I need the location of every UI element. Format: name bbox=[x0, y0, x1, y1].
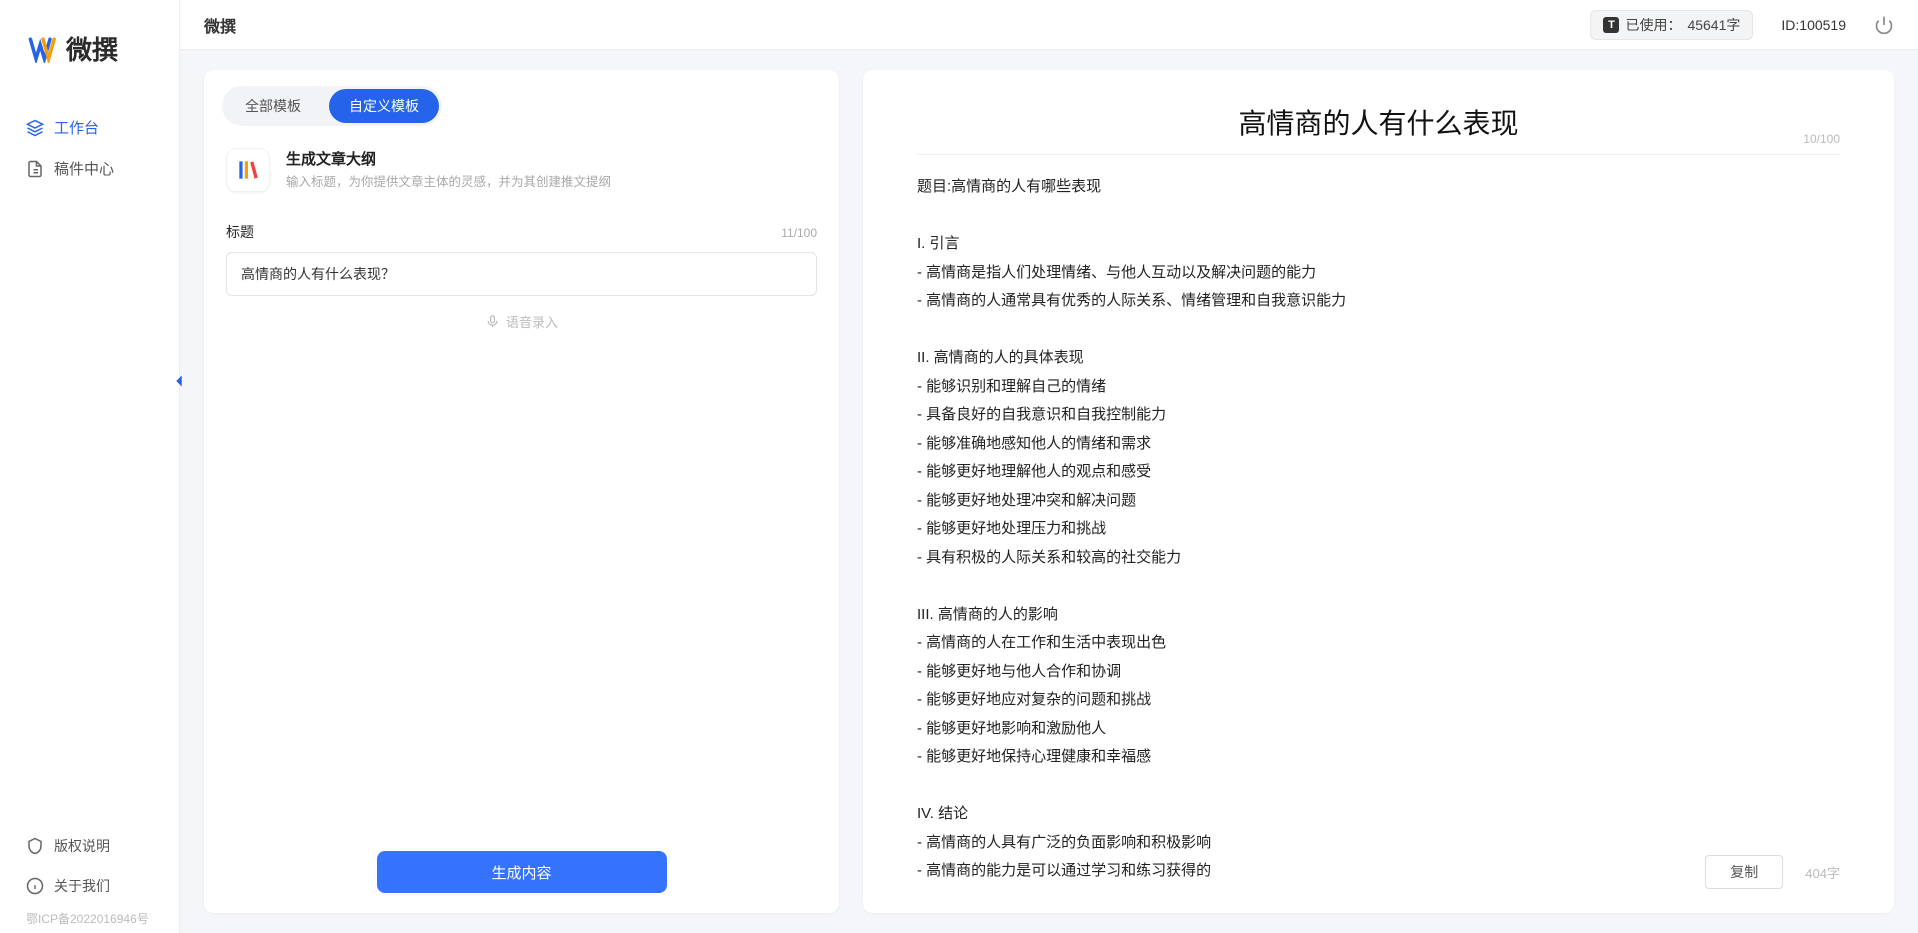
sidebar: 微撰 工作台 稿件中心 版权说明 关于我们 鄂ICP备2022016946号 bbox=[0, 0, 180, 933]
title-label: 标题 bbox=[226, 222, 254, 242]
topbar: 微撰 T 已使用： 45641字 ID:100519 bbox=[180, 0, 1918, 50]
app-title: 微撰 bbox=[204, 13, 236, 37]
sidebar-item-about[interactable]: 关于我们 bbox=[0, 866, 179, 906]
copy-button[interactable]: 复制 bbox=[1705, 855, 1783, 889]
info-icon bbox=[26, 877, 44, 895]
sidebar-item-workspace[interactable]: 工作台 bbox=[0, 107, 179, 148]
books-icon bbox=[235, 157, 261, 183]
template-tabs: 全部模板 自定义模板 bbox=[222, 86, 442, 126]
right-panel: 高情商的人有什么表现 10/100 题目:高情商的人有哪些表现 I. 引言 - … bbox=[863, 70, 1894, 913]
nav-label: 版权说明 bbox=[54, 836, 110, 856]
tab-all-templates[interactable]: 全部模板 bbox=[225, 89, 321, 123]
voice-hint: 语音录入 bbox=[506, 312, 558, 331]
sidebar-item-drafts[interactable]: 稿件中心 bbox=[0, 148, 179, 189]
template-title: 生成文章大纲 bbox=[286, 148, 611, 169]
cube-icon bbox=[26, 119, 44, 137]
usage-pill[interactable]: T 已使用： 45641字 bbox=[1590, 10, 1753, 40]
microphone-icon bbox=[485, 314, 500, 329]
document-title-counter: 10/100 bbox=[1803, 132, 1840, 146]
title-input[interactable] bbox=[226, 252, 817, 296]
document-title[interactable]: 高情商的人有什么表现 bbox=[917, 102, 1840, 142]
power-icon[interactable] bbox=[1874, 15, 1894, 35]
template-desc: 输入标题，为你提供文章主体的灵感，并为其创建推文提纲 bbox=[286, 173, 611, 192]
usage-value: 45641字 bbox=[1687, 15, 1740, 35]
char-count: 404字 bbox=[1805, 863, 1840, 882]
left-panel: 全部模板 自定义模板 生成文章大纲 输入标题，为你提供文章主体的灵感，并为其创建… bbox=[204, 70, 839, 913]
document-body[interactable]: 题目:高情商的人有哪些表现 I. 引言 - 高情商是指人们处理情绪、与他人互动以… bbox=[917, 173, 1840, 889]
voice-input-button[interactable]: 语音录入 bbox=[226, 296, 817, 347]
brand-name: 微撰 bbox=[66, 30, 118, 67]
generate-button[interactable]: 生成内容 bbox=[377, 851, 667, 893]
usage-prefix: 已使用： bbox=[1625, 15, 1681, 35]
sidebar-item-copyright[interactable]: 版权说明 bbox=[0, 826, 179, 866]
logo: 微撰 bbox=[0, 0, 179, 107]
nav-label: 关于我们 bbox=[54, 876, 110, 896]
logo-icon bbox=[28, 35, 58, 63]
nav-label: 工作台 bbox=[54, 117, 99, 138]
icp-footer: 鄂ICP备2022016946号 bbox=[0, 906, 179, 933]
template-icon bbox=[226, 148, 270, 192]
title-counter: 11/100 bbox=[781, 226, 817, 240]
nav-label: 稿件中心 bbox=[54, 158, 114, 179]
document-icon bbox=[26, 160, 44, 178]
text-badge-icon: T bbox=[1603, 17, 1619, 33]
user-id: ID:100519 bbox=[1781, 17, 1846, 33]
template-card[interactable]: 生成文章大纲 输入标题，为你提供文章主体的灵感，并为其创建推文提纲 bbox=[204, 138, 839, 208]
shield-icon bbox=[26, 837, 44, 855]
main: 全部模板 自定义模板 生成文章大纲 输入标题，为你提供文章主体的灵感，并为其创建… bbox=[180, 50, 1918, 933]
tab-custom-templates[interactable]: 自定义模板 bbox=[329, 89, 439, 123]
